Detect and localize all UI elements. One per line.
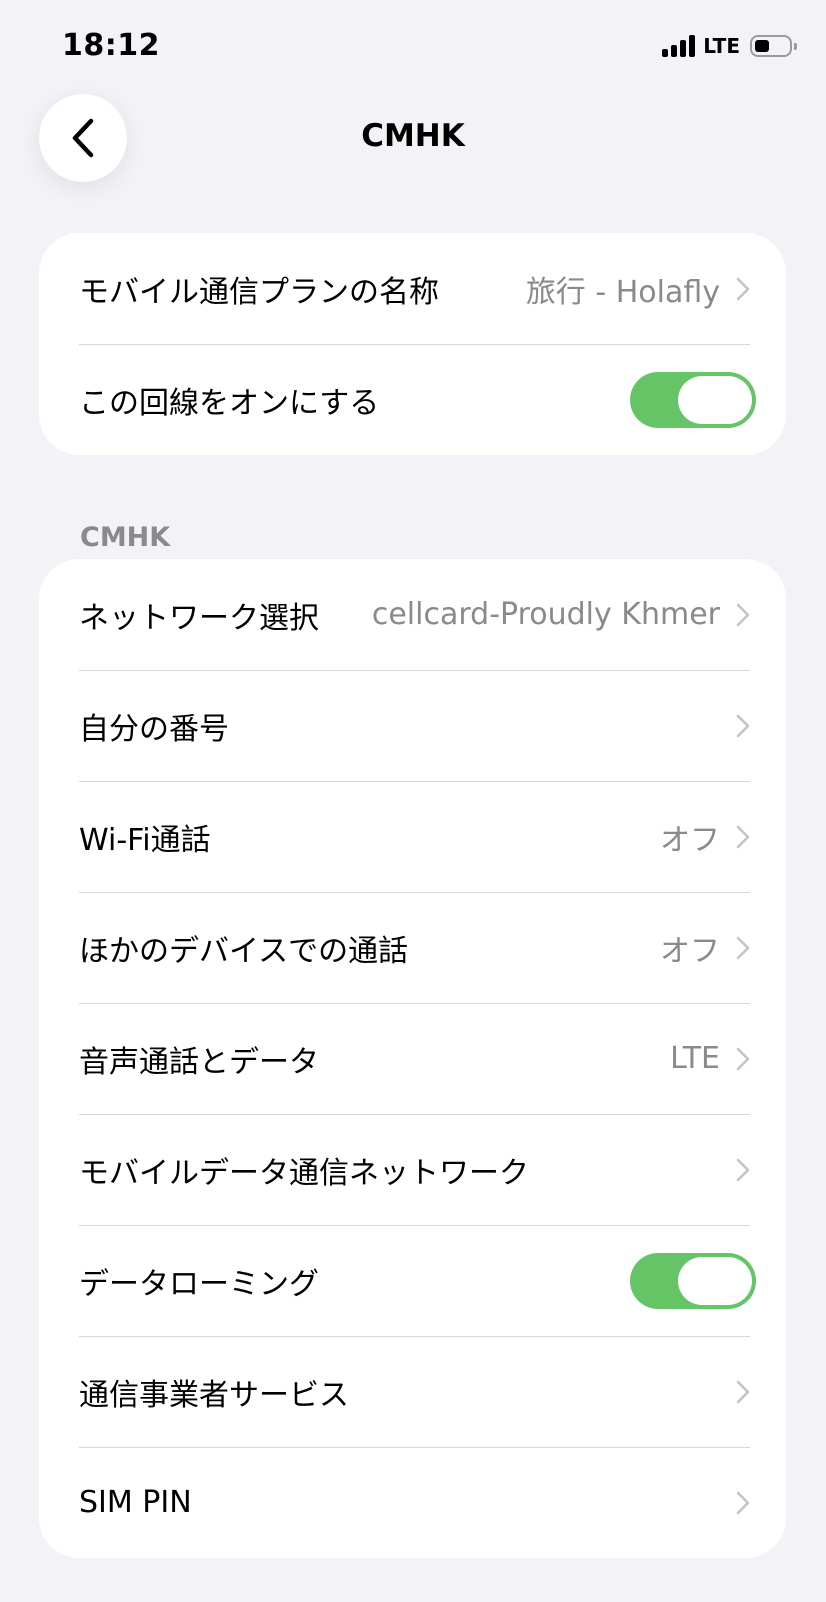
battery-icon [750,35,797,57]
row-trailing: cellcard-Proudly Khmer [372,597,750,632]
status-bar: 18:12 LTE [0,0,826,96]
row-label: データローミング [79,1266,319,1302]
line-enabled-toggle[interactable] [630,371,756,428]
row-trailing [736,1158,750,1182]
row-label: 自分の番号 [79,711,229,747]
row-label: 通信事業者サービス [79,1377,349,1413]
row-network-selection[interactable]: ネットワーク選択 cellcard-Proudly Khmer [39,559,786,670]
row-trailing [630,371,756,428]
chevron-right-icon [736,603,750,626]
row-voice-and-data[interactable]: 音声通話とデータ LTE [39,1003,786,1114]
row-trailing [736,1380,750,1404]
row-label: この回線をオンにする [79,385,380,421]
chevron-right-icon [736,277,750,300]
row-calls-on-other-devices[interactable]: ほかのデバイスでの通話 オフ [39,892,786,1003]
row-line-enabled: この回線をオンにする [39,344,786,455]
status-indicators: LTE [662,34,797,58]
carrier-settings-group: ネットワーク選択 cellcard-Proudly Khmer 自分の番号 Wi… [39,559,786,1558]
row-label: モバイル通信プランの名称 [79,274,439,310]
chevron-right-icon [736,1380,750,1403]
row-trailing [736,1491,750,1515]
section-header: CMHK [80,522,171,553]
status-time: 18:12 [62,28,160,63]
cellular-signal-icon [662,35,696,57]
row-value: オフ [660,933,720,969]
chevron-right-icon [736,1491,750,1514]
chevron-right-icon [736,714,750,737]
row-value: cellcard-Proudly Khmer [371,597,720,632]
plan-settings-group: モバイル通信プランの名称 旅行 - Holafly この回線をオンにする [39,233,786,455]
row-trailing [736,714,750,738]
row-carrier-services[interactable]: 通信事業者サービス [39,1336,786,1447]
row-trailing [630,1252,756,1309]
row-label: ほかのデバイスでの通話 [79,933,409,969]
row-value: オフ [660,822,720,858]
row-label: ネットワーク選択 [79,600,319,636]
data-roaming-toggle[interactable] [630,1252,756,1309]
row-value: LTE [670,1041,720,1076]
row-cellular-data-network[interactable]: モバイルデータ通信ネットワーク [39,1114,786,1225]
row-trailing: LTE [670,1041,750,1076]
row-wifi-calling[interactable]: Wi-Fi通話 オフ [39,781,786,892]
chevron-right-icon [736,1047,750,1070]
row-trailing: オフ [660,926,750,970]
row-sim-pin[interactable]: SIM PIN [39,1447,786,1558]
row-plan-name[interactable]: モバイル通信プランの名称 旅行 - Holafly [39,233,786,344]
row-label: SIM PIN [79,1485,192,1520]
row-data-roaming: データローミング [39,1225,786,1336]
row-label: Wi-Fi通話 [79,822,211,858]
row-value: 旅行 - Holafly [525,274,720,310]
chevron-right-icon [736,936,750,959]
chevron-right-icon [736,1158,750,1181]
chevron-right-icon [736,825,750,848]
page-title: CMHK [361,118,465,154]
row-my-number[interactable]: 自分の番号 [39,670,786,781]
network-type-label: LTE [703,34,740,58]
toggle-knob [678,1256,752,1305]
toggle-knob [678,375,752,424]
row-label: モバイルデータ通信ネットワーク [79,1155,529,1191]
row-trailing: オフ [660,815,750,859]
row-label: 音声通話とデータ [79,1044,319,1080]
row-trailing: 旅行 - Holafly [526,267,750,311]
